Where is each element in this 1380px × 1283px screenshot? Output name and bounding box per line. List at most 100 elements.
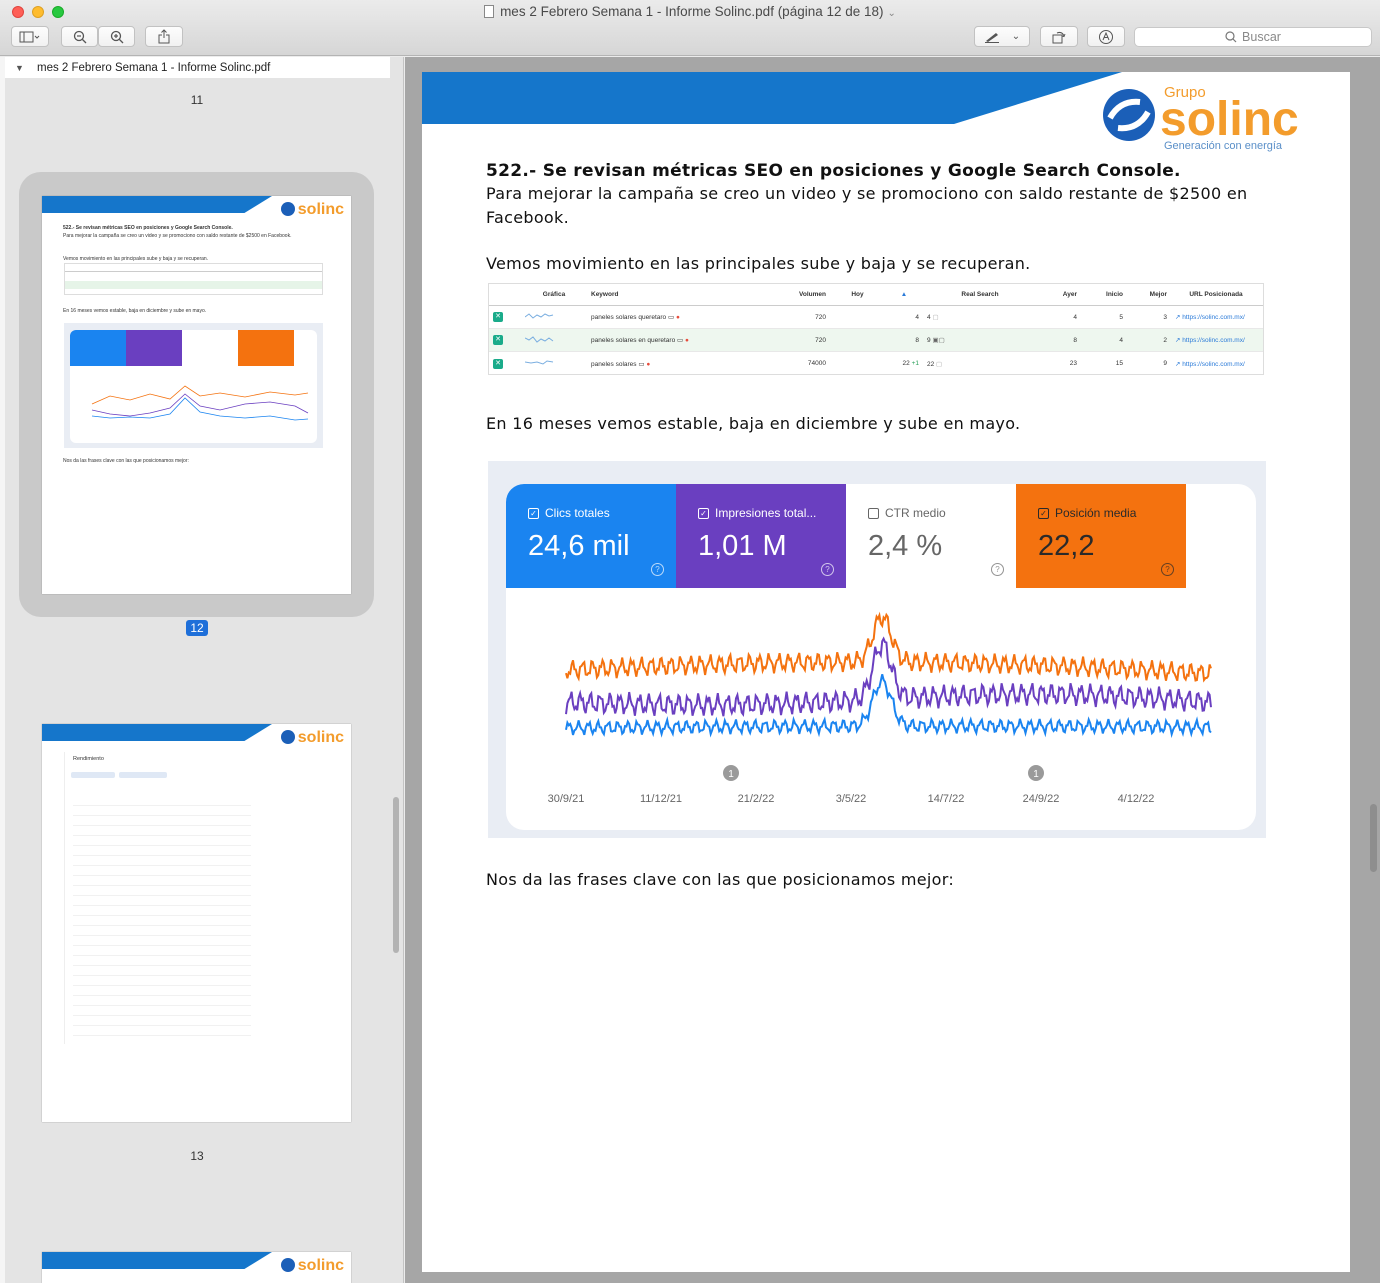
checkbox-unchecked-icon [868,507,879,519]
solinc-logo-mini: solinc [280,729,344,747]
zoom-in-icon [110,30,123,43]
help-icon: ? [991,563,1004,576]
metric-impressions: ✓ Impresiones total... 1,01 M ? [676,484,846,588]
window-titlebar: mes 2 Febrero Semana 1 - Informe Solinc.… [0,0,1380,56]
pdf-page-12: Grupo solinc Generación con energía 522.… [422,72,1350,1272]
thumb-performance-table: Rendimiento [64,752,252,1044]
help-icon: ? [651,563,664,576]
x-tick-label: 24/9/22 [1023,793,1060,805]
performance-line-chart: 1 1 30/9/21 11/12/21 21/2/22 3/5/22 14/7/22 24… [548,611,1212,805]
share-icon [158,29,170,44]
screenshot-icon: ▢ [932,314,939,321]
checkbox-checked-icon: ✓ [528,507,539,519]
zoom-out-icon [73,30,86,43]
rotate-icon [1052,31,1066,43]
x-tick-label: 21/2/22 [738,793,775,805]
header-blue-band [422,72,1122,124]
rotate-button[interactable] [1040,26,1078,47]
disclosure-triangle-icon[interactable]: ▼ [15,63,25,73]
screenshot-icon: ▣▢ [932,337,945,344]
url-link[interactable]: https://solinc.com.mx/ [1182,361,1245,368]
checkbox-checked-icon: ✓ [698,507,709,519]
solinc-logo-mark-icon [1103,89,1155,141]
series-line-posicion-media [565,611,1212,683]
solinc-logo-mini: solinc [280,1257,344,1275]
desktop-icon: ▭ [638,360,645,368]
share-button[interactable] [145,26,183,47]
x-tick-label: 3/5/22 [836,793,867,805]
url-link[interactable]: https://solinc.com.mx/ [1182,337,1245,344]
table-header: Gráfica Keyword Volumen Hoy ▲ Real Searc… [489,284,1263,306]
page-number-11[interactable]: 11 [0,93,394,107]
ranking-table: Gráfica Keyword Volumen Hoy ▲ Real Searc… [488,283,1264,375]
page-thumbnail-14[interactable]: solinc [42,1252,351,1283]
metric-ctr: CTR medio 2,4 % ? [846,484,1016,588]
help-icon: ? [1161,563,1174,576]
chevron-down-icon: ⌄ [887,8,896,19]
search-console-card: ✓ Clics totales 24,6 mil ? ✓ Impresiones t… [506,484,1256,830]
markup-toolbar-button[interactable] [1087,26,1125,47]
window-title[interactable]: mes 2 Febrero Semana 1 - Informe Solinc.… [0,4,1380,19]
thumb-ranking-table [64,263,323,295]
desktop-icon: ▭ [677,337,684,344]
pdf-document-icon [484,5,495,18]
sidebar-icon [19,31,40,42]
table-row: ✕ paneles solares queretaro ▭ ● 720 4 4 … [489,306,1263,329]
checkbox-checked-icon: ✓ [1038,507,1049,519]
sidebar-scrollbar[interactable] [393,797,399,953]
table-row: ✕ paneles solares en queretaro ▭ ● 720 8… [489,329,1263,352]
paragraph: Vemos movimiento en las principales sube… [486,254,1031,273]
location-pin-icon: ● [684,337,689,344]
markup-pen-button[interactable]: ⌄ [974,26,1030,47]
x-tick-label: 11/12/21 [640,793,682,805]
checkbox-checked-icon[interactable]: ✕ [493,335,503,345]
location-pin-icon: ● [675,314,680,321]
location-pin-icon: ● [646,360,651,368]
table-row: ✕ paneles solares ▭ ● 74000 22 +1 22 ▢ 2… [489,352,1263,375]
thumb-search-console-chart [64,323,323,448]
x-tick-label: 4/12/22 [1118,793,1155,805]
paragraph-line: Para mejorar la campaña se creo un video… [486,184,1248,203]
zoom-in-button[interactable] [98,26,135,47]
annotation-marker-label: 1 [728,769,734,780]
external-link-icon: ↗ [1175,314,1181,321]
paragraph-line: Facebook. [486,208,569,227]
search-field[interactable]: Buscar [1134,27,1372,47]
thumbnail-sidebar[interactable]: ▼ mes 2 Febrero Semana 1 - Informe Solin… [0,57,404,1283]
help-icon: ? [821,563,834,576]
metric-clicks: ✓ Clics totales 24,6 mil ? [506,484,676,588]
checkbox-checked-icon[interactable]: ✕ [493,312,503,322]
screenshot-icon: ▢ [936,360,943,368]
pen-icon [984,32,999,43]
sidebar-file-row[interactable]: ▼ mes 2 Febrero Semana 1 - Informe Solin… [5,57,390,78]
paragraph: En 16 meses vemos estable, baja en dicie… [486,414,1021,433]
x-tick-label: 14/7/22 [928,793,965,805]
external-link-icon: ↗ [1175,337,1181,344]
page-thumbnail-12[interactable]: solinc 522.- Se revisan métricas SEO en … [42,196,351,594]
series-line-impresiones [565,636,1212,718]
chevron-down-icon: ⌄ [1011,31,1021,42]
zoom-out-button[interactable] [61,26,98,47]
markup-circle-icon [1099,29,1113,44]
sparkline-icon [524,312,554,319]
document-view[interactable]: Grupo solinc Generación con energía 522.… [405,57,1380,1283]
solinc-logo-mini: solinc [280,201,344,219]
solinc-logo: Grupo solinc Generación con energía [1102,84,1342,156]
sparkline-icon [524,360,554,365]
annotation-marker-label: 1 [1033,769,1039,780]
page-number-12[interactable]: 12 [0,620,394,636]
search-icon [1225,31,1237,43]
checkbox-checked-icon[interactable]: ✕ [493,358,503,369]
page-number-13[interactable]: 13 [0,1149,394,1163]
x-tick-label: 30/9/21 [548,793,585,805]
sort-asc-icon[interactable]: ▲ [885,291,923,298]
document-scrollbar[interactable] [1370,804,1377,872]
metric-position: ✓ Posición media 22,2 ? [1016,484,1186,588]
sparkline-icon [524,335,554,343]
section-heading: 522.- Se revisan métricas SEO en posicio… [486,161,1181,181]
page-thumbnail-13[interactable]: solinc Rendimiento [42,724,351,1122]
url-link[interactable]: https://solinc.com.mx/ [1182,314,1245,321]
sidebar-toggle-button[interactable] [11,26,49,47]
paragraph: Nos da las frases clave con las que posi… [486,870,955,889]
external-link-icon: ↗ [1175,360,1181,368]
